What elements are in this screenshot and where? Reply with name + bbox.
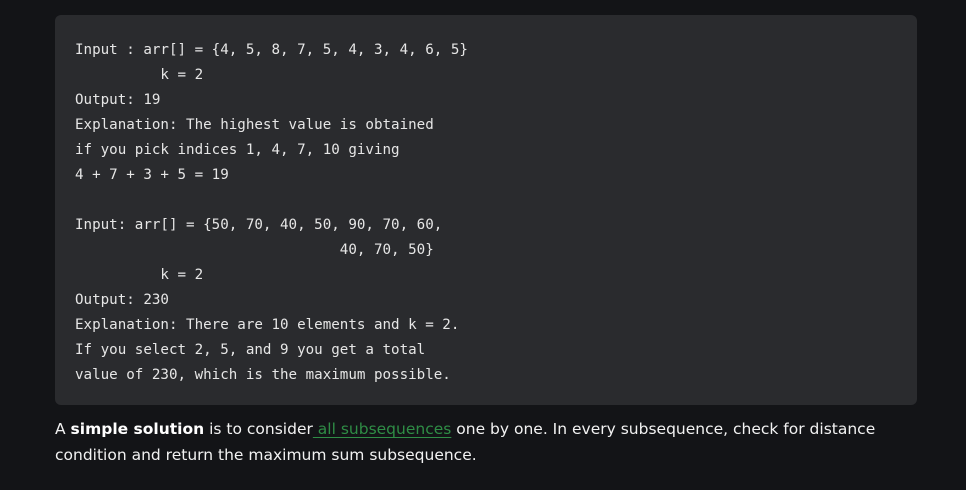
paragraph-lead: A <box>55 420 71 438</box>
code-line: value of 230, which is the maximum possi… <box>75 367 451 383</box>
code-line: If you select 2, 5, and 9 you get a tota… <box>75 342 426 358</box>
solution-paragraph: A simple solution is to consider all sub… <box>55 416 935 468</box>
code-line: k = 2 <box>75 267 204 283</box>
code-line: Input: arr[] = {50, 70, 40, 50, 90, 70, … <box>75 217 443 233</box>
code-line: Output: 230 <box>75 292 169 308</box>
emphasis-simple-solution: simple solution <box>70 420 205 438</box>
code-line: Explanation: There are 10 elements and k… <box>75 317 460 333</box>
code-line: Input : arr[] = {4, 5, 8, 7, 5, 4, 3, 4,… <box>75 42 468 58</box>
code-line: 40, 70, 50} <box>75 242 434 258</box>
code-line: 4 + 7 + 3 + 5 = 19 <box>75 167 229 183</box>
all-subsequences-link[interactable]: all subsequences <box>313 420 452 438</box>
code-line: k = 2 <box>75 67 204 83</box>
code-line: Explanation: The highest value is obtain… <box>75 117 434 133</box>
code-line: Output: 19 <box>75 92 161 108</box>
code-example-block: Input : arr[] = {4, 5, 8, 7, 5, 4, 3, 4,… <box>55 15 917 405</box>
code-line: if you pick indices 1, 4, 7, 10 giving <box>75 142 400 158</box>
paragraph-middle: is to consider <box>204 420 313 438</box>
